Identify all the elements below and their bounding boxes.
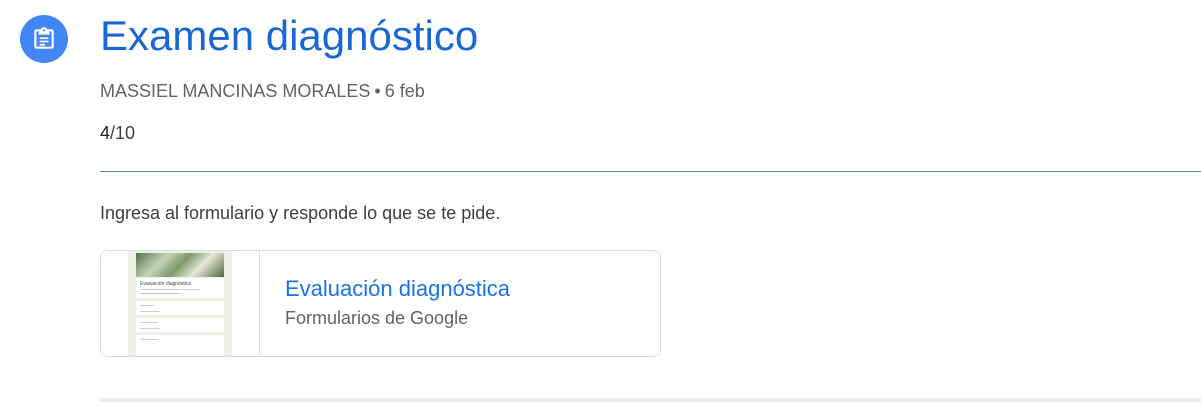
form-thumbnail: Evaluación diagnóstica: [101, 251, 260, 356]
attachment-subtitle: Formularios de Google: [285, 308, 469, 328]
meta-separator: •: [374, 81, 381, 101]
score: 4/10: [100, 121, 135, 145]
attachment-title[interactable]: Evaluación diagnóstica: [285, 273, 510, 305]
instructions-text: Ingresa al formulario y responde lo que …: [100, 203, 501, 223]
header-divider: [100, 171, 1201, 172]
thumbnail-title: Evaluación diagnóstica: [140, 281, 192, 287]
attachment-card[interactable]: Evaluación diagnóstica Evaluación diagnó…: [100, 250, 661, 357]
assignment-icon: [20, 15, 68, 63]
assignment-meta: MASSIEL MANCINAS MORALES • 6 feb: [100, 79, 425, 103]
attachment-info: Evaluación diagnóstica Formularios de Go…: [260, 251, 510, 356]
assignment-page: Examen diagnóstico MASSIEL MANCINAS MORA…: [0, 0, 1201, 402]
footer-divider: [100, 398, 1201, 402]
clipboard-icon: [34, 27, 54, 49]
page-title: Examen diagnóstico: [100, 12, 479, 59]
posted-date: 6 feb: [384, 81, 425, 101]
score-earned: 4: [100, 123, 111, 143]
score-total: /10: [110, 123, 136, 143]
author-name: MASSIEL MANCINAS MORALES: [100, 81, 371, 101]
